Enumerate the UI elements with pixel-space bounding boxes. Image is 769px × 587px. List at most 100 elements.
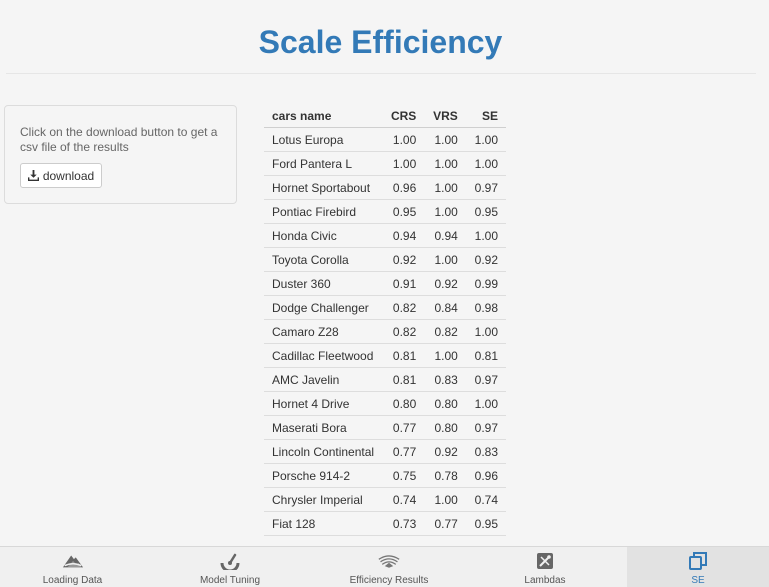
cell-crs: 0.81: [382, 343, 425, 368]
cell-se: 0.97: [465, 415, 506, 440]
table-row: Cadillac Fleetwood 0.81 1.00 0.81: [264, 343, 506, 368]
cell-crs: 0.82: [382, 319, 425, 344]
cell-se: 0.83: [465, 439, 506, 464]
cell-crs: 0.91: [382, 271, 425, 296]
table-body: Lotus Europa 1.00 1.00 1.00 Ford Pantera L 1.…: [264, 127, 506, 536]
cell-crs: 0.74: [382, 487, 425, 512]
cell-car-name: Toyota Corolla: [264, 247, 383, 272]
cell-se: 0.95: [465, 199, 506, 224]
cell-vrs: 0.92: [424, 439, 466, 464]
tab-lambdas[interactable]: Lambdas: [463, 547, 627, 587]
cell-se: 0.92: [465, 247, 506, 272]
cell-vrs: 0.82: [424, 319, 466, 344]
cell-se: 0.99: [465, 271, 506, 296]
download-panel: Click on the download button to get a cs…: [4, 105, 237, 204]
tab-label: Model Tuning: [199, 575, 261, 586]
cell-vrs: 0.80: [424, 415, 466, 440]
cell-vrs: 0.80: [424, 391, 466, 416]
header-cars-name[interactable]: cars name: [264, 104, 383, 128]
table-row: Toyota Corolla 0.92 1.00 0.92: [264, 247, 506, 272]
cell-se: 1.00: [465, 391, 506, 416]
cell-car-name: Porsche 914-2: [264, 463, 383, 488]
table-row: Hornet 4 Drive 0.80 0.80 1.00: [264, 391, 506, 416]
cell-crs: 0.94: [382, 223, 425, 248]
mountain-icon: [62, 552, 84, 570]
cell-car-name: Lincoln Continental: [264, 439, 383, 464]
tab-label: Lambdas: [524, 575, 566, 586]
cell-vrs: 1.00: [424, 175, 466, 200]
cell-vrs: 1.00: [424, 151, 466, 176]
table-header-row: cars name CRS VRS SE: [264, 104, 506, 128]
cell-car-name: Chrysler Imperial: [264, 487, 383, 512]
table-row: Ford Pantera L 1.00 1.00 1.00: [264, 151, 506, 176]
cell-crs: 0.77: [382, 439, 425, 464]
tab-label: SE: [691, 575, 705, 586]
cell-car-name: AMC Javelin: [264, 367, 383, 392]
cell-car-name: Pontiac Firebird: [264, 199, 383, 224]
cell-car-name: Hornet Sportabout: [264, 175, 383, 200]
tools-icon: [534, 552, 556, 570]
table-row: Chrysler Imperial 0.74 1.00 0.74: [264, 487, 506, 512]
cell-vrs: 0.83: [424, 367, 466, 392]
tab-efficiency-results[interactable]: Efficiency Results: [315, 547, 463, 587]
cell-car-name: Fiat 128: [264, 511, 383, 536]
cell-car-name: Duster 360: [264, 271, 383, 296]
cell-car-name: Ford Pantera L: [264, 151, 383, 176]
cell-crs: 0.77: [382, 415, 425, 440]
cell-car-name: Cadillac Fleetwood: [264, 343, 383, 368]
cell-crs: 0.95: [382, 199, 425, 224]
layers-icon: [378, 552, 400, 570]
table-row: Maserati Bora 0.77 0.80 0.97: [264, 415, 506, 440]
copy-icon: [687, 552, 709, 570]
cell-se: 1.00: [465, 151, 506, 176]
cell-crs: 0.80: [382, 391, 425, 416]
table-row: Fiat 128 0.73 0.77 0.95: [264, 511, 506, 536]
table-row: Lotus Europa 1.00 1.00 1.00: [264, 127, 506, 152]
cell-se: 0.96: [465, 463, 506, 488]
tab-se[interactable]: SE: [627, 547, 769, 587]
cell-vrs: 0.84: [424, 295, 466, 320]
results-table-container[interactable]: cars name CRS VRS SE Lotus Europa 1.00 1.0…: [264, 104, 506, 547]
cell-crs: 1.00: [382, 151, 425, 176]
cell-car-name: Maserati Bora: [264, 415, 383, 440]
tab-model-tuning[interactable]: Model Tuning: [145, 547, 315, 587]
cell-vrs: 0.78: [424, 463, 466, 488]
cell-se: 0.97: [465, 367, 506, 392]
table-row: Lincoln Continental 0.77 0.92 0.83: [264, 439, 506, 464]
cell-crs: 1.00: [382, 127, 425, 152]
cell-crs: 0.75: [382, 463, 425, 488]
cell-crs: 0.92: [382, 247, 425, 272]
tab-label: Loading Data: [42, 575, 103, 586]
header-vrs[interactable]: VRS: [424, 104, 466, 128]
table-row: Hornet Sportabout 0.96 1.00 0.97: [264, 175, 506, 200]
cell-vrs: 1.00: [424, 199, 466, 224]
cell-vrs: 0.77: [424, 511, 466, 536]
cell-car-name: Camaro Z28: [264, 319, 383, 344]
tab-loading-data[interactable]: Loading Data: [0, 547, 145, 587]
cell-vrs: 1.00: [424, 127, 466, 152]
tab-label: Efficiency Results: [349, 575, 429, 586]
gauge-icon: [219, 552, 241, 570]
table-row: Honda Civic 0.94 0.94 1.00: [264, 223, 506, 248]
table-row: Porsche 914-2 0.75 0.78 0.96: [264, 463, 506, 488]
cell-crs: 0.96: [382, 175, 425, 200]
cell-se: 0.95: [465, 511, 506, 536]
cell-vrs: 1.00: [424, 247, 466, 272]
cell-car-name: Dodge Challenger: [264, 295, 383, 320]
cell-crs: 0.82: [382, 295, 425, 320]
page-title: Scale Efficiency: [258, 24, 503, 60]
cell-car-name: Hornet 4 Drive: [264, 391, 383, 416]
cell-se: 0.98: [465, 295, 506, 320]
cell-crs: 0.81: [382, 367, 425, 392]
cell-vrs: 1.00: [424, 343, 466, 368]
download-button-label: download: [42, 168, 95, 183]
download-button[interactable]: download: [20, 163, 102, 188]
cell-se: 1.00: [465, 319, 506, 344]
cell-se: 1.00: [465, 127, 506, 152]
cell-se: 1.00: [465, 223, 506, 248]
header-se[interactable]: SE: [465, 104, 506, 128]
bottom-tab-bar: Loading Data Model Tuning Efficiency Res…: [0, 546, 769, 587]
cell-car-name: Lotus Europa: [264, 127, 383, 152]
header-crs[interactable]: CRS: [382, 104, 425, 128]
table-row: Duster 360 0.91 0.92 0.99: [264, 271, 506, 296]
